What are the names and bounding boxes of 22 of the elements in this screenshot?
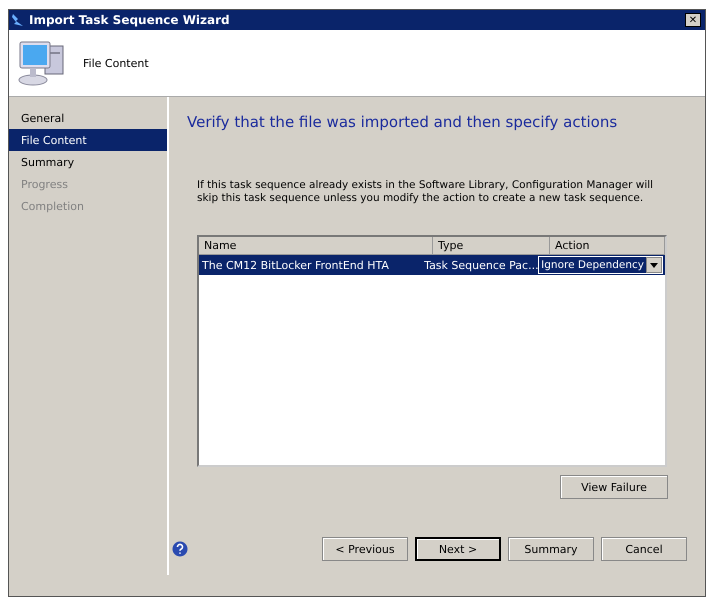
table-cell-text: Task Sequence Pac... — [423, 258, 538, 272]
wizard-button[interactable]: Summary — [508, 537, 594, 561]
wizard-button[interactable]: Next > — [415, 537, 501, 561]
wizard-arrow-icon — [11, 13, 25, 27]
close-button[interactable]: ✕ — [685, 13, 701, 27]
action-dropdown[interactable]: Ignore Dependency — [538, 256, 663, 274]
help-icon[interactable] — [172, 541, 188, 557]
column-header[interactable]: Type — [433, 237, 550, 254]
wizard-button[interactable]: Cancel — [601, 537, 687, 561]
window-title: Import Task Sequence Wizard — [29, 13, 231, 27]
sidebar-item[interactable]: General — [9, 107, 167, 129]
wizard-button[interactable]: < Previous — [322, 537, 408, 561]
description-text: If this task sequence already exists in the Software Library, Configuration Manager will skip this task sequence unless you modify the action to create a new task sequence. — [197, 179, 654, 205]
sidebar-item[interactable]: File Content — [9, 129, 167, 151]
column-header[interactable]: Action — [550, 237, 665, 254]
table-row[interactable]: The CM12 BitLocker FrontEnd HTA Task Sequence Pac... Ignore Dependency — [199, 255, 665, 275]
view-failure-button[interactable]: View Failure — [560, 475, 668, 499]
sidebar-item[interactable]: Summary — [9, 151, 167, 173]
column-header[interactable]: Name — [199, 237, 433, 254]
table-cell-text: The CM12 BitLocker FrontEnd HTA — [201, 258, 390, 272]
page-header-title: File Content — [83, 56, 149, 70]
page-heading: Verify that the file was imported and then specify actions — [187, 113, 618, 131]
